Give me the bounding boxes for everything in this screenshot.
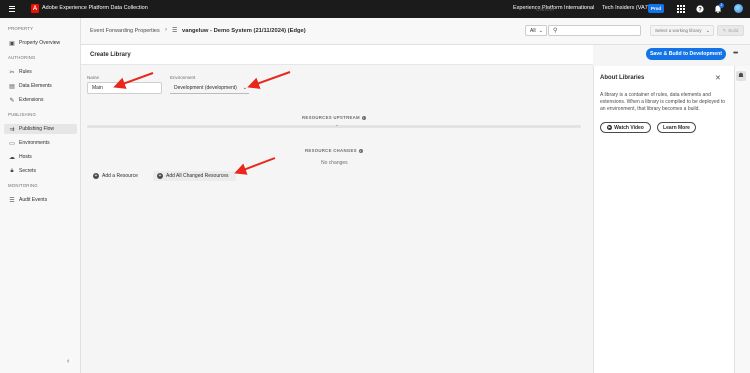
info-icon[interactable]: i xyxy=(361,115,366,120)
watch-video-label: Watch Video xyxy=(614,124,644,131)
hosts-icon: ☁ xyxy=(9,154,15,161)
search-icon: ⚲ xyxy=(553,28,558,34)
publishing-flow-icon: ⇉ xyxy=(9,126,15,133)
sidebar-section-publishing: PUBLISHING xyxy=(8,112,37,117)
resources-upstream-bar[interactable] xyxy=(87,125,581,128)
chevron-down-icon: ⌄ xyxy=(538,28,543,34)
sandbox-switcher[interactable]: Tech Insiders (VA7) xyxy=(602,5,650,11)
add-resource-button[interactable]: + Add a Resource xyxy=(93,171,138,181)
resource-changes-label: RESOURCE CHANGES xyxy=(305,148,357,153)
resources-upstream-label: RESOURCES UPSTREAM xyxy=(302,115,360,120)
panel-description: A library is a container of rules, data … xyxy=(600,92,726,113)
about-libraries-panel: About Libraries ✕ A library is a contain… xyxy=(593,66,734,373)
sidebar-item-environments[interactable]: ▭ Environments xyxy=(4,138,77,148)
adobe-logo-icon[interactable]: A xyxy=(31,4,39,13)
breadcrumb-current: vangeluw - Demo System (21/11/2024) (Edg… xyxy=(182,28,306,34)
info-icon[interactable]: i xyxy=(358,148,363,153)
sidebar-item-property-overview[interactable]: ▣ Property Overview xyxy=(4,38,77,48)
menu-icon[interactable] xyxy=(9,5,15,13)
sidebar-section-authoring: AUTHORING xyxy=(8,55,36,60)
resources-upstream-heading: RESOURCES UPSTREAM i xyxy=(302,115,366,120)
add-all-changed-resources-button[interactable]: + Add All Changed Resources xyxy=(153,171,236,181)
user-avatar[interactable] xyxy=(734,4,743,13)
working-library-dropdown[interactable]: Select a working library ⌄ xyxy=(650,25,714,36)
extensions-icon: ✎ xyxy=(9,97,15,104)
environment-label: Environment xyxy=(170,75,196,80)
add-circle-icon: + xyxy=(93,173,99,179)
watch-video-button[interactable]: ▶ Watch Video xyxy=(600,122,651,133)
working-library-placeholder: Select a working library xyxy=(655,28,702,33)
cancel-button[interactable]: Cancel xyxy=(536,7,554,13)
no-changes-text: No changes xyxy=(321,160,348,166)
add-all-label: Add All Changed Resources xyxy=(166,173,229,179)
sidebar-item-label: Hosts xyxy=(19,154,32,160)
help-icon[interactable]: ? xyxy=(696,5,704,13)
page-header: Create Library xyxy=(81,45,593,65)
sidebar-item-label: Environments xyxy=(19,140,50,146)
library-name-input[interactable]: Main xyxy=(87,82,162,94)
chevron-right-icon: › xyxy=(165,27,167,33)
add-resource-label: Add a Resource xyxy=(102,173,138,179)
build-label: Build xyxy=(728,28,739,33)
chevron-up-icon[interactable]: ⌃ xyxy=(335,124,339,130)
sidebar-item-extensions[interactable]: ✎ Extensions xyxy=(4,95,77,105)
build-button[interactable]: ✎ Build xyxy=(717,25,744,36)
close-icon[interactable]: ✕ xyxy=(715,74,721,82)
sidebar-item-audit-events[interactable]: ☰ Audit Events xyxy=(4,195,77,205)
environments-icon: ▭ xyxy=(9,140,15,147)
notification-count-badge: 2 xyxy=(719,3,724,8)
save-and-build-button[interactable]: Save & Build to Development xyxy=(646,48,726,60)
sidebar-section-monitoring: MONITORING xyxy=(8,183,38,188)
sidebar-item-label: Property Overview xyxy=(19,40,61,46)
sidebar-item-publishing-flow[interactable]: ⇉ Publishing Flow xyxy=(4,124,77,134)
chevron-down-icon: ⌄ xyxy=(705,28,710,34)
search-input[interactable]: ⚲ xyxy=(548,25,641,36)
sidebar-item-hosts[interactable]: ☁ Hosts xyxy=(4,152,77,162)
sidebar: PROPERTY ▣ Property Overview AUTHORING ✂… xyxy=(0,18,81,373)
secrets-lock-icon: 🔒︎ xyxy=(10,167,14,174)
breadcrumb-parent-link[interactable]: Event Forwarding Properties xyxy=(90,28,160,34)
create-library-form: Create Library xyxy=(81,45,593,373)
sidebar-section-property: PROPERTY xyxy=(8,26,34,31)
more-options-icon[interactable]: ••• xyxy=(733,50,738,57)
property-overview-icon: ▣ xyxy=(9,40,15,47)
property-list-icon: ☰ xyxy=(172,28,178,34)
sidebar-item-label: Publishing Flow xyxy=(19,126,55,132)
resource-changes-heading: RESOURCE CHANGES i xyxy=(305,148,363,153)
build-wrench-icon: ✎ xyxy=(722,27,727,33)
sidebar-item-data-elements[interactable]: ▤ Data Elements xyxy=(4,81,77,91)
play-icon: ▶ xyxy=(607,125,613,130)
audit-events-icon: ☰ xyxy=(9,197,15,204)
page-title: Create Library xyxy=(90,52,131,58)
filter-dropdown[interactable]: All ⌄ xyxy=(525,25,547,36)
top-bar: A Adobe Experience Platform Data Collect… xyxy=(0,0,750,18)
name-label: Name xyxy=(87,75,100,80)
rules-icon: ✂ xyxy=(9,69,15,76)
learn-more-button[interactable]: Learn More xyxy=(657,122,696,133)
right-rail xyxy=(734,66,750,373)
panel-title: About Libraries xyxy=(600,75,645,81)
info-panel-toggle-icon[interactable]: ☗ xyxy=(736,71,746,81)
add-circle-icon: + xyxy=(157,173,163,179)
sidebar-item-secrets[interactable]: 🔒︎ Secrets xyxy=(4,166,77,176)
chevron-down-icon: ⌄ xyxy=(242,85,247,91)
data-elements-icon: ▤ xyxy=(9,83,15,90)
env-badge[interactable]: Prod xyxy=(648,4,664,13)
environment-value: Development (development) xyxy=(174,85,237,91)
sidebar-item-rules[interactable]: ✂ Rules xyxy=(4,67,77,77)
sidebar-item-label: Rules xyxy=(19,69,32,75)
sidebar-item-label: Data Elements xyxy=(19,83,52,89)
filter-value: All xyxy=(530,27,536,34)
breadcrumb: Event Forwarding Properties › ☰ vangeluw… xyxy=(81,18,750,45)
sidebar-item-label: Audit Events xyxy=(19,197,48,203)
sidebar-item-label: Extensions xyxy=(19,97,44,103)
environment-dropdown[interactable]: Development (development) ⌄ xyxy=(170,83,249,94)
collapse-sidebar-chevron-icon[interactable]: ‹ xyxy=(67,358,69,365)
app-title[interactable]: Adobe Experience Platform Data Collectio… xyxy=(42,5,148,11)
apps-grid-icon[interactable] xyxy=(677,5,685,13)
sidebar-item-label: Secrets xyxy=(19,168,36,174)
